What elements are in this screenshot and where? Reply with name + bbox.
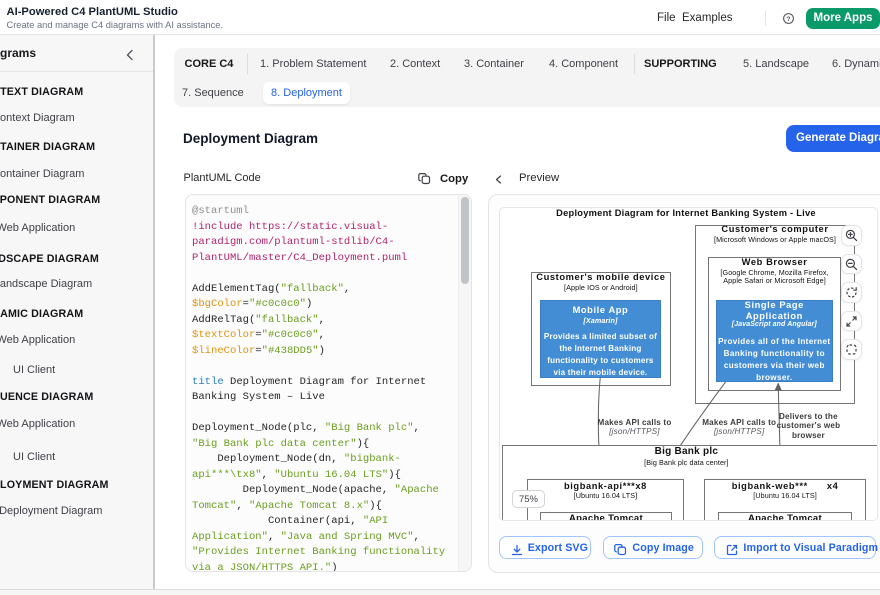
svg-text:?: ? — [786, 16, 790, 23]
